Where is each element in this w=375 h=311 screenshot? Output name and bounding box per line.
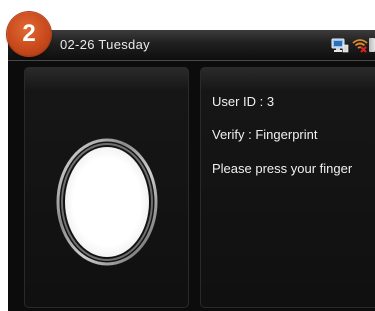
date-day-label: 02-26 Tuesday [60,37,150,52]
status-icons [315,36,375,54]
verify-method-label: Verify : Fingerprint [212,127,318,142]
verification-info-panel: User ID : 3 Verify : Fingerprint Please … [200,67,375,308]
user-id-label: User ID : 3 [212,94,275,109]
battery-icon [369,38,375,52]
step-number-badge: 2 [7,12,51,56]
press-finger-prompt: Please press your finger [212,161,353,176]
status-bar: 02-26 Tuesday [8,30,375,61]
fingerprint-oval-icon [56,138,158,266]
step-number: 2 [22,20,36,47]
wifi-disconnected-icon [352,39,368,53]
device-screen: 02-26 Tuesday User ID: 3 Verify: Finge… [8,30,375,311]
network-icon [331,38,349,53]
device-frame: 2 02-26 Tuesday User ID: 3 Verify: Fin… [0,0,375,311]
fingerprint-panel [24,67,189,308]
